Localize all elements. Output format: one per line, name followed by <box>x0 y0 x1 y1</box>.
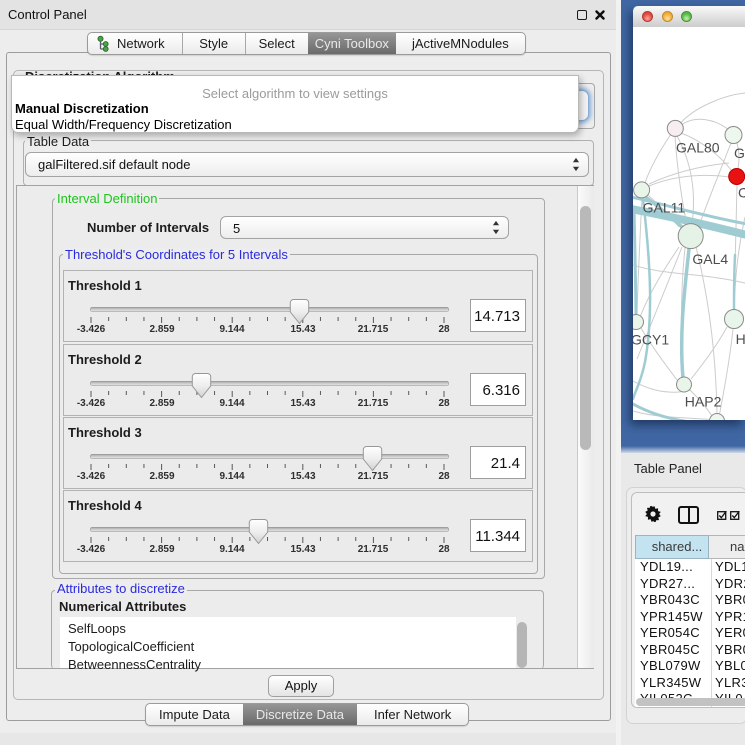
svg-text:HAP2: HAP2 <box>685 394 722 410</box>
svg-text:GCY1: GCY1 <box>633 331 669 347</box>
svg-text:H: H <box>736 331 745 347</box>
svg-text:GAL4: GAL4 <box>692 251 728 267</box>
svg-text:C: C <box>738 185 745 201</box>
svg-text:GAL80: GAL80 <box>676 140 720 156</box>
svg-text:GAL11: GAL11 <box>643 200 686 216</box>
svg-text:GA: GA <box>734 145 745 161</box>
